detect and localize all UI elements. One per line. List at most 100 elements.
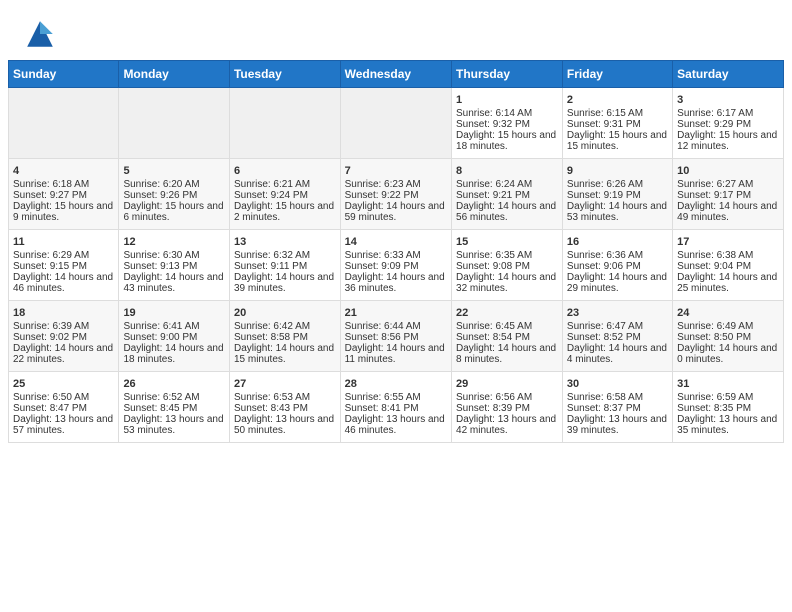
sunrise-text: Sunrise: 6:59 AM bbox=[677, 392, 753, 403]
daylight-text: Daylight: 14 hours and 56 minutes. bbox=[456, 201, 556, 223]
calendar-cell: 21Sunrise: 6:44 AMSunset: 8:56 PMDayligh… bbox=[340, 301, 451, 372]
day-number: 20 bbox=[234, 307, 336, 319]
day-number: 3 bbox=[677, 94, 779, 106]
sunset-text: Sunset: 9:26 PM bbox=[123, 190, 197, 201]
calendar-cell: 25Sunrise: 6:50 AMSunset: 8:47 PMDayligh… bbox=[9, 372, 119, 443]
calendar-cell: 11Sunrise: 6:29 AMSunset: 9:15 PMDayligh… bbox=[9, 230, 119, 301]
sunrise-text: Sunrise: 6:47 AM bbox=[567, 321, 643, 332]
page-header bbox=[0, 0, 792, 60]
day-number: 19 bbox=[123, 307, 225, 319]
sunset-text: Sunset: 9:24 PM bbox=[234, 190, 308, 201]
sunrise-text: Sunrise: 6:35 AM bbox=[456, 250, 532, 261]
daylight-text: Daylight: 14 hours and 49 minutes. bbox=[677, 201, 777, 223]
sunrise-text: Sunrise: 6:26 AM bbox=[567, 179, 643, 190]
calendar-cell: 3 Sunrise: 6:17 AMSunset: 9:29 PMDaylight… bbox=[673, 88, 784, 159]
calendar-cell: 7Sunrise: 6:23 AMSunset: 9:22 PMDaylight… bbox=[340, 159, 451, 230]
sunset-text: Sunset: 8:37 PM bbox=[567, 403, 641, 414]
calendar-cell: 9Sunrise: 6:26 AMSunset: 9:19 PMDaylight… bbox=[562, 159, 672, 230]
day-number: 9 bbox=[567, 165, 668, 177]
sunset-text: Sunset: 8:56 PM bbox=[345, 332, 419, 343]
daylight-text: Daylight: 14 hours and 22 minutes. bbox=[13, 343, 113, 365]
daylight-text: Daylight: 15 hours and 2 minutes. bbox=[234, 201, 334, 223]
calendar-body: 1Sunrise: 6:14 AMSunset: 9:32 PMDaylight… bbox=[9, 88, 784, 443]
day-number: 30 bbox=[567, 378, 668, 390]
calendar-cell: 26Sunrise: 6:52 AMSunset: 8:45 PMDayligh… bbox=[119, 372, 230, 443]
calendar-cell: 23Sunrise: 6:47 AMSunset: 8:52 PMDayligh… bbox=[562, 301, 672, 372]
sunset-text: Sunset: 9:17 PM bbox=[677, 190, 751, 201]
sunrise-text: Sunrise: 6:15 AM bbox=[567, 108, 643, 119]
sunset-text: Sunset: 9:29 PM bbox=[677, 119, 751, 130]
sunset-text: Sunset: 9:22 PM bbox=[345, 190, 419, 201]
sunrise-text: Sunrise: 6:24 AM bbox=[456, 179, 532, 190]
day-number: 1 bbox=[456, 94, 558, 106]
day-number: 16 bbox=[567, 236, 668, 248]
calendar-cell: 2 Sunrise: 6:15 AMSunset: 9:31 PMDaylight… bbox=[562, 88, 672, 159]
sunrise-text: Sunrise: 6:33 AM bbox=[345, 250, 421, 261]
day-number: 21 bbox=[345, 307, 447, 319]
day-number: 26 bbox=[123, 378, 225, 390]
sunrise-text: Sunrise: 6:30 AM bbox=[123, 250, 199, 261]
calendar-cell: 14Sunrise: 6:33 AMSunset: 9:09 PMDayligh… bbox=[340, 230, 451, 301]
sunrise-text: Sunrise: 6:18 AM bbox=[13, 179, 89, 190]
daylight-text: Daylight: 14 hours and 18 minutes. bbox=[123, 343, 223, 365]
day-number: 15 bbox=[456, 236, 558, 248]
day-header-wednesday: Wednesday bbox=[340, 61, 451, 88]
sunset-text: Sunset: 8:50 PM bbox=[677, 332, 751, 343]
sunrise-text: Sunrise: 6:38 AM bbox=[677, 250, 753, 261]
sunrise-text: Sunrise: 6:49 AM bbox=[677, 321, 753, 332]
sunset-text: Sunset: 9:21 PM bbox=[456, 190, 530, 201]
calendar-cell: 20Sunrise: 6:42 AMSunset: 8:58 PMDayligh… bbox=[229, 301, 340, 372]
daylight-text: Daylight: 15 hours and 12 minutes. bbox=[677, 130, 777, 152]
calendar-cell: 24Sunrise: 6:49 AMSunset: 8:50 PMDayligh… bbox=[673, 301, 784, 372]
calendar-week-4: 18Sunrise: 6:39 AMSunset: 9:02 PMDayligh… bbox=[9, 301, 784, 372]
sunrise-text: Sunrise: 6:14 AM bbox=[456, 108, 532, 119]
daylight-text: Daylight: 14 hours and 36 minutes. bbox=[345, 272, 445, 294]
day-number: 25 bbox=[13, 378, 114, 390]
daylight-text: Daylight: 13 hours and 50 minutes. bbox=[234, 414, 334, 436]
calendar-header: SundayMondayTuesdayWednesdayThursdayFrid… bbox=[9, 61, 784, 88]
sunrise-text: Sunrise: 6:32 AM bbox=[234, 250, 310, 261]
calendar-cell: 4Sunrise: 6:18 AMSunset: 9:27 PMDaylight… bbox=[9, 159, 119, 230]
sunrise-text: Sunrise: 6:27 AM bbox=[677, 179, 753, 190]
sunset-text: Sunset: 9:11 PM bbox=[234, 261, 307, 272]
daylight-text: Daylight: 14 hours and 15 minutes. bbox=[234, 343, 334, 365]
daylight-text: Daylight: 15 hours and 15 minutes. bbox=[567, 130, 667, 152]
day-number: 2 bbox=[567, 94, 668, 106]
calendar-cell: 16Sunrise: 6:36 AMSunset: 9:06 PMDayligh… bbox=[562, 230, 672, 301]
logo bbox=[24, 18, 58, 50]
sunrise-text: Sunrise: 6:53 AM bbox=[234, 392, 310, 403]
day-header-friday: Friday bbox=[562, 61, 672, 88]
sunrise-text: Sunrise: 6:21 AM bbox=[234, 179, 310, 190]
day-header-saturday: Saturday bbox=[673, 61, 784, 88]
daylight-text: Daylight: 15 hours and 9 minutes. bbox=[13, 201, 113, 223]
day-number: 11 bbox=[13, 236, 114, 248]
daylight-text: Daylight: 13 hours and 39 minutes. bbox=[567, 414, 667, 436]
calendar-cell bbox=[119, 88, 230, 159]
sunset-text: Sunset: 8:47 PM bbox=[13, 403, 87, 414]
day-number: 28 bbox=[345, 378, 447, 390]
sunset-text: Sunset: 8:35 PM bbox=[677, 403, 751, 414]
day-number: 13 bbox=[234, 236, 336, 248]
sunset-text: Sunset: 9:31 PM bbox=[567, 119, 641, 130]
sunrise-text: Sunrise: 6:17 AM bbox=[677, 108, 753, 119]
calendar-cell: 15Sunrise: 6:35 AMSunset: 9:08 PMDayligh… bbox=[452, 230, 563, 301]
sunset-text: Sunset: 9:19 PM bbox=[567, 190, 641, 201]
day-number: 14 bbox=[345, 236, 447, 248]
calendar-cell: 18Sunrise: 6:39 AMSunset: 9:02 PMDayligh… bbox=[9, 301, 119, 372]
calendar-cell bbox=[9, 88, 119, 159]
sunset-text: Sunset: 9:02 PM bbox=[13, 332, 87, 343]
day-number: 24 bbox=[677, 307, 779, 319]
day-header-tuesday: Tuesday bbox=[229, 61, 340, 88]
day-header-thursday: Thursday bbox=[452, 61, 563, 88]
daylight-text: Daylight: 14 hours and 25 minutes. bbox=[677, 272, 777, 294]
sunrise-text: Sunrise: 6:39 AM bbox=[13, 321, 89, 332]
daylight-text: Daylight: 15 hours and 6 minutes. bbox=[123, 201, 223, 223]
day-number: 27 bbox=[234, 378, 336, 390]
calendar-cell: 22Sunrise: 6:45 AMSunset: 8:54 PMDayligh… bbox=[452, 301, 563, 372]
daylight-text: Daylight: 14 hours and 8 minutes. bbox=[456, 343, 556, 365]
sunset-text: Sunset: 8:52 PM bbox=[567, 332, 641, 343]
sunrise-text: Sunrise: 6:58 AM bbox=[567, 392, 643, 403]
daylight-text: Daylight: 13 hours and 53 minutes. bbox=[123, 414, 223, 436]
day-header-sunday: Sunday bbox=[9, 61, 119, 88]
sunset-text: Sunset: 9:13 PM bbox=[123, 261, 197, 272]
